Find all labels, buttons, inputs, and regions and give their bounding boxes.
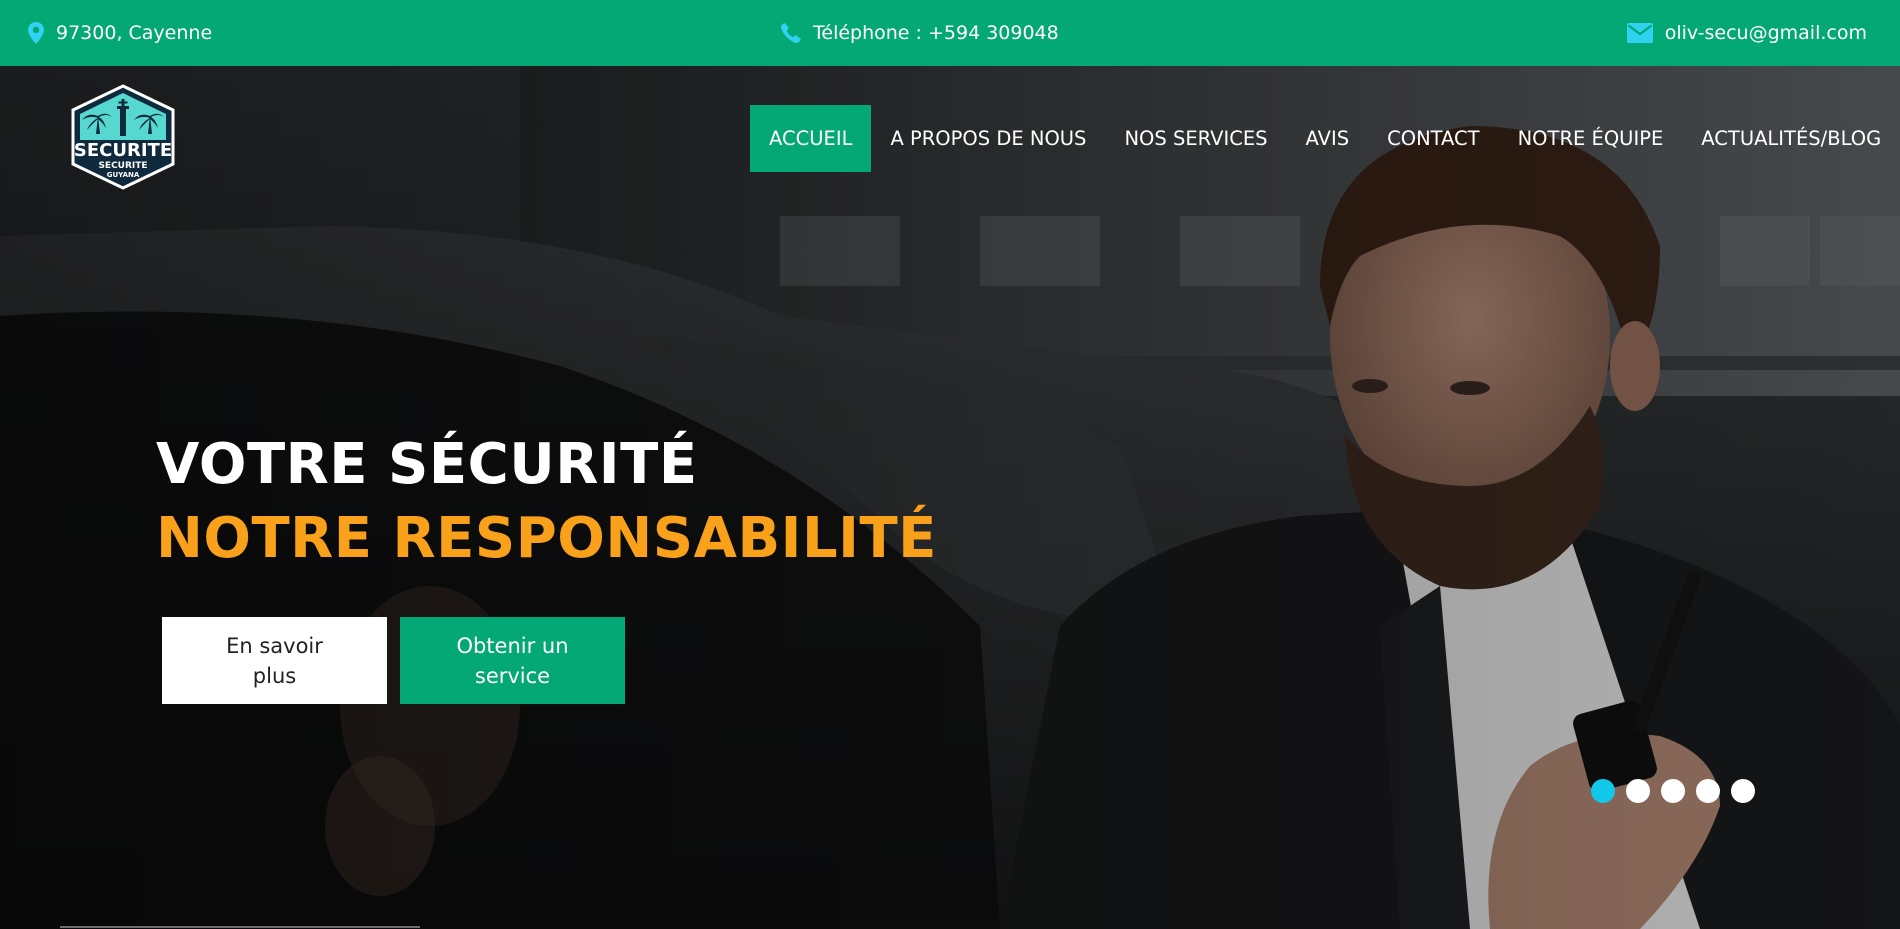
- logo-title: SECURITE: [74, 140, 172, 161]
- phone-icon: [781, 23, 801, 43]
- logo-subtitle: SECURITE: [98, 161, 147, 171]
- main-nav: ACCUEIL A PROPOS DE NOUS NOS SERVICES AV…: [750, 105, 1900, 172]
- get-service-label: Obtenir un service: [456, 633, 569, 688]
- nav-item-accueil[interactable]: ACCUEIL: [750, 105, 872, 172]
- hero-headline: VOTRE SÉCURITÉ NOTRE RESPONSABILITÉ: [156, 428, 937, 576]
- topbar-location-text: 97300, Cayenne: [56, 22, 213, 44]
- slider-dot-1[interactable]: [1591, 779, 1615, 803]
- slider-dot-2[interactable]: [1626, 779, 1650, 803]
- page: 97300, Cayenne Téléphone : +594 309048 o…: [0, 0, 1900, 929]
- slider-dot-5[interactable]: [1731, 779, 1755, 803]
- nav-item-a-propos[interactable]: A PROPOS DE NOUS: [871, 105, 1105, 172]
- topbar-phone-text: Téléphone : +594 309048: [813, 22, 1059, 44]
- slider-dot-3[interactable]: [1661, 779, 1685, 803]
- topbar-email-text: oliv-secu@gmail.com: [1664, 22, 1867, 44]
- topbar-location: 97300, Cayenne: [28, 0, 212, 66]
- site-logo[interactable]: SECURITE SECURITE GUYANA: [60, 84, 186, 190]
- nav-item-notre-equipe[interactable]: NOTRE ÉQUIPE: [1499, 105, 1683, 172]
- envelope-icon: [1626, 23, 1653, 43]
- hero-title-line1: VOTRE SÉCURITÉ: [156, 432, 698, 497]
- map-marker-icon: [28, 22, 44, 44]
- learn-more-button[interactable]: En savoir plus: [162, 617, 387, 704]
- slider-dot-4[interactable]: [1696, 779, 1720, 803]
- nav-item-avis[interactable]: AVIS: [1287, 105, 1369, 172]
- topbar-email[interactable]: oliv-secu@gmail.com: [1626, 0, 1867, 66]
- top-bar: 97300, Cayenne Téléphone : +594 309048 o…: [0, 0, 1900, 66]
- nav-item-actualites-blog[interactable]: ACTUALITÉS/BLOG: [1682, 105, 1900, 172]
- logo-region: GUYANA: [107, 171, 140, 179]
- hero-title-line2: NOTRE RESPONSABILITÉ: [156, 506, 937, 571]
- divider: [60, 926, 420, 928]
- nav-item-contact[interactable]: CONTACT: [1368, 105, 1498, 172]
- topbar-phone[interactable]: Téléphone : +594 309048: [781, 0, 1059, 66]
- slider-pagination: [1591, 779, 1755, 803]
- learn-more-label: En savoir plus: [226, 633, 323, 688]
- nav-item-nos-services[interactable]: NOS SERVICES: [1105, 105, 1286, 172]
- get-service-button[interactable]: Obtenir un service: [400, 617, 625, 704]
